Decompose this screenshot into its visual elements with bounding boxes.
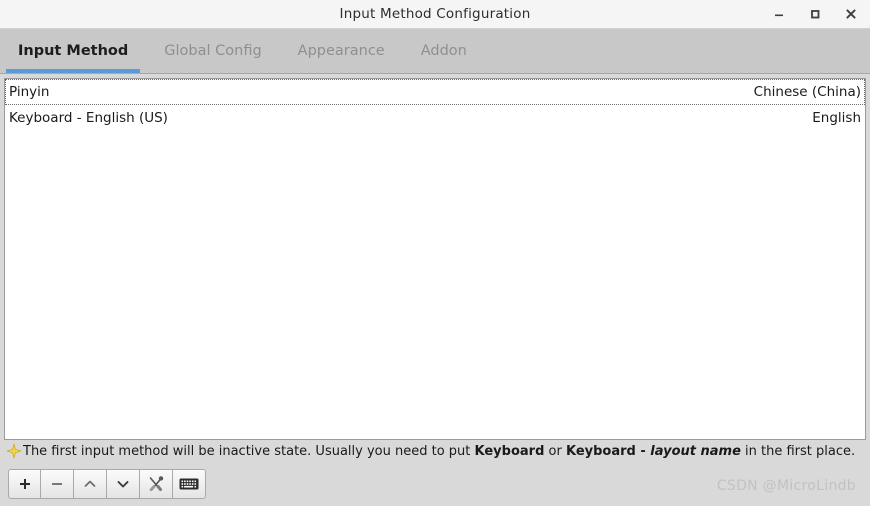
tab-input-method[interactable]: Input Method bbox=[0, 29, 146, 73]
hint-bold-keyboard-layout: Keyboard - bbox=[565, 443, 651, 459]
table-row[interactable]: Pinyin Chinese (China) bbox=[5, 79, 865, 105]
chevron-down-icon bbox=[115, 476, 131, 492]
tab-bar: Input Method Global Config Appearance Ad… bbox=[0, 29, 870, 74]
input-method-list-area: Pinyin Chinese (China) Keyboard - Englis… bbox=[0, 74, 870, 462]
hint-text: The first input method will be inactive … bbox=[23, 444, 855, 459]
input-method-name: Keyboard - English (US) bbox=[9, 110, 168, 126]
window-title: Input Method Configuration bbox=[339, 6, 531, 22]
input-method-language: English bbox=[812, 110, 861, 126]
tab-global-config[interactable]: Global Config bbox=[146, 29, 279, 73]
window-controls bbox=[768, 0, 862, 28]
hint-bar: The first input method will be inactive … bbox=[4, 440, 866, 462]
tools-icon bbox=[147, 475, 165, 493]
tab-label: Appearance bbox=[297, 43, 385, 59]
input-method-list[interactable]: Pinyin Chinese (China) Keyboard - Englis… bbox=[4, 78, 866, 440]
remove-input-method-button[interactable] bbox=[41, 469, 74, 499]
tab-label: Global Config bbox=[164, 43, 262, 59]
tab-label: Addon bbox=[420, 43, 467, 59]
table-row[interactable]: Keyboard - English (US) English bbox=[5, 105, 865, 131]
add-input-method-button[interactable] bbox=[8, 469, 41, 499]
minimize-icon[interactable] bbox=[768, 3, 790, 25]
move-up-button[interactable] bbox=[74, 469, 107, 499]
tab-label: Input Method bbox=[18, 43, 129, 59]
bottom-toolbar: CSDN @MicroLindb bbox=[0, 462, 870, 506]
input-method-configuration-window: Input Method Configuration Input Method … bbox=[0, 0, 870, 506]
hint-mid: or bbox=[544, 443, 566, 459]
watermark: CSDN @MicroLindb bbox=[716, 478, 856, 494]
title-bar: Input Method Configuration bbox=[0, 0, 870, 29]
input-method-language: Chinese (China) bbox=[753, 84, 861, 100]
configure-button[interactable] bbox=[140, 469, 173, 499]
plus-icon bbox=[17, 476, 33, 492]
move-down-button[interactable] bbox=[107, 469, 140, 499]
keyboard-layout-button[interactable] bbox=[173, 469, 206, 499]
toolbar-button-group bbox=[8, 469, 206, 499]
hint-part1: The first input method will be inactive … bbox=[23, 443, 475, 459]
keyboard-icon bbox=[179, 477, 199, 491]
maximize-icon[interactable] bbox=[804, 3, 826, 25]
hint-italic-layout-name: layout name bbox=[650, 443, 741, 459]
chevron-up-icon bbox=[82, 476, 98, 492]
hint-part2: in the first place. bbox=[740, 443, 856, 459]
tab-appearance[interactable]: Appearance bbox=[280, 29, 403, 73]
close-icon[interactable] bbox=[840, 3, 862, 25]
minus-icon bbox=[49, 476, 65, 492]
hint-bold-keyboard: Keyboard bbox=[474, 443, 545, 459]
tab-addon[interactable]: Addon bbox=[403, 29, 485, 73]
sparkle-star-icon bbox=[6, 443, 22, 459]
input-method-name: Pinyin bbox=[9, 84, 50, 100]
